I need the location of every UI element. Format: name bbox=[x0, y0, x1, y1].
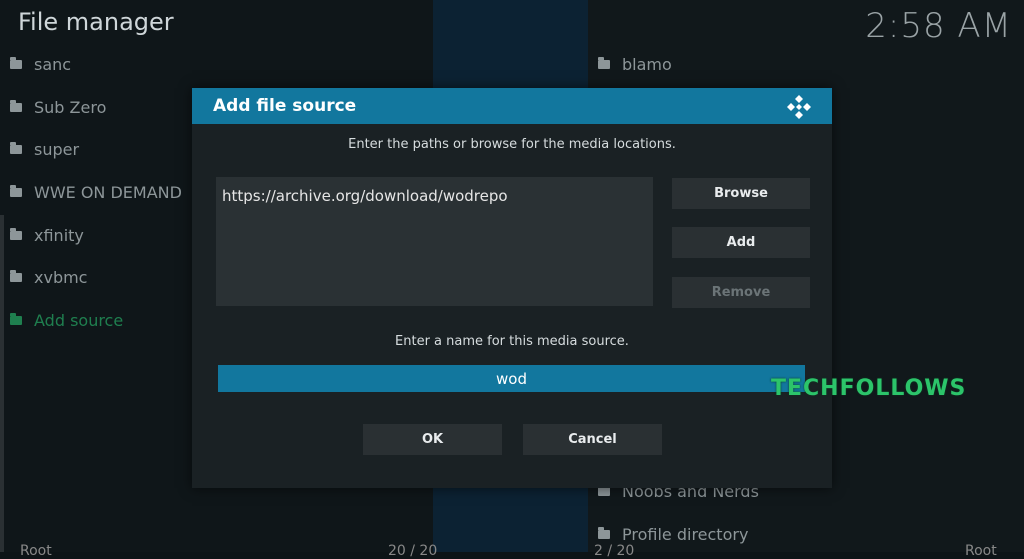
folder-icon bbox=[10, 270, 22, 283]
footer-right-label: Root bbox=[965, 543, 997, 559]
remove-button[interactable]: Remove bbox=[672, 277, 810, 308]
list-item-label: Add source bbox=[34, 310, 124, 330]
list-item-super[interactable]: super bbox=[10, 128, 182, 171]
kodi-logo-icon bbox=[787, 95, 811, 119]
left-source-list: sanc Sub Zero super WWE ON DEMAND xfinit… bbox=[10, 43, 182, 342]
folder-icon bbox=[10, 312, 22, 325]
name-instruction: Enter a name for this media source. bbox=[395, 334, 629, 349]
list-item-label: Sub Zero bbox=[34, 97, 107, 117]
folder-icon bbox=[10, 99, 22, 112]
list-item-wwe-on-demand[interactable]: WWE ON DEMAND bbox=[10, 171, 182, 214]
cancel-button[interactable]: Cancel bbox=[523, 424, 662, 455]
page-title: File manager bbox=[18, 8, 174, 36]
folder-icon bbox=[598, 483, 610, 496]
footer-left-label: Root bbox=[20, 543, 52, 559]
list-item-label: xfinity bbox=[34, 225, 84, 245]
dialog-title: Add file source bbox=[213, 96, 357, 116]
list-item-label: xvbmc bbox=[34, 268, 88, 288]
path-instruction: Enter the paths or browse for the media … bbox=[348, 137, 676, 152]
footer-left-count: 20 / 20 bbox=[388, 543, 438, 559]
folder-icon bbox=[10, 227, 22, 240]
right-source-list: blamo bbox=[598, 43, 672, 86]
list-item-xfinity[interactable]: xfinity bbox=[10, 214, 182, 257]
list-item-sub-zero[interactable]: Sub Zero bbox=[10, 86, 182, 129]
folder-icon bbox=[598, 526, 610, 539]
list-item-label: Profile directory bbox=[622, 524, 749, 544]
add-button[interactable]: Add bbox=[672, 227, 810, 258]
list-item-sanc[interactable]: sanc bbox=[10, 43, 182, 86]
path-list[interactable]: https://archive.org/download/wodrepo bbox=[216, 177, 653, 306]
list-item-label: WWE ON DEMAND bbox=[34, 182, 182, 202]
folder-icon bbox=[598, 56, 610, 69]
left-scrollbar[interactable] bbox=[0, 215, 4, 552]
watermark-logo: TECHFOLLOWS bbox=[771, 376, 967, 401]
list-item-xvbmc[interactable]: xvbmc bbox=[10, 256, 182, 299]
folder-icon bbox=[10, 142, 22, 155]
add-file-source-dialog: Add file source Enter the paths or brows… bbox=[192, 88, 832, 488]
dialog-header: Add file source bbox=[192, 88, 832, 124]
list-item-label: super bbox=[34, 140, 80, 160]
list-item-add-source[interactable]: Add source bbox=[10, 299, 182, 342]
footer-right-count: 2 / 20 bbox=[594, 543, 635, 559]
folder-icon bbox=[10, 184, 22, 197]
ok-button[interactable]: OK bbox=[363, 424, 502, 455]
folder-icon bbox=[10, 56, 22, 69]
source-name-input[interactable]: wod bbox=[218, 365, 805, 392]
browse-button[interactable]: Browse bbox=[672, 178, 810, 209]
list-item-label: blamo bbox=[622, 54, 672, 74]
clock: 2:58 AM bbox=[865, 6, 1012, 46]
list-item-blamo[interactable]: blamo bbox=[598, 43, 672, 86]
list-item-label: sanc bbox=[34, 54, 72, 74]
path-value[interactable]: https://archive.org/download/wodrepo bbox=[222, 187, 508, 205]
